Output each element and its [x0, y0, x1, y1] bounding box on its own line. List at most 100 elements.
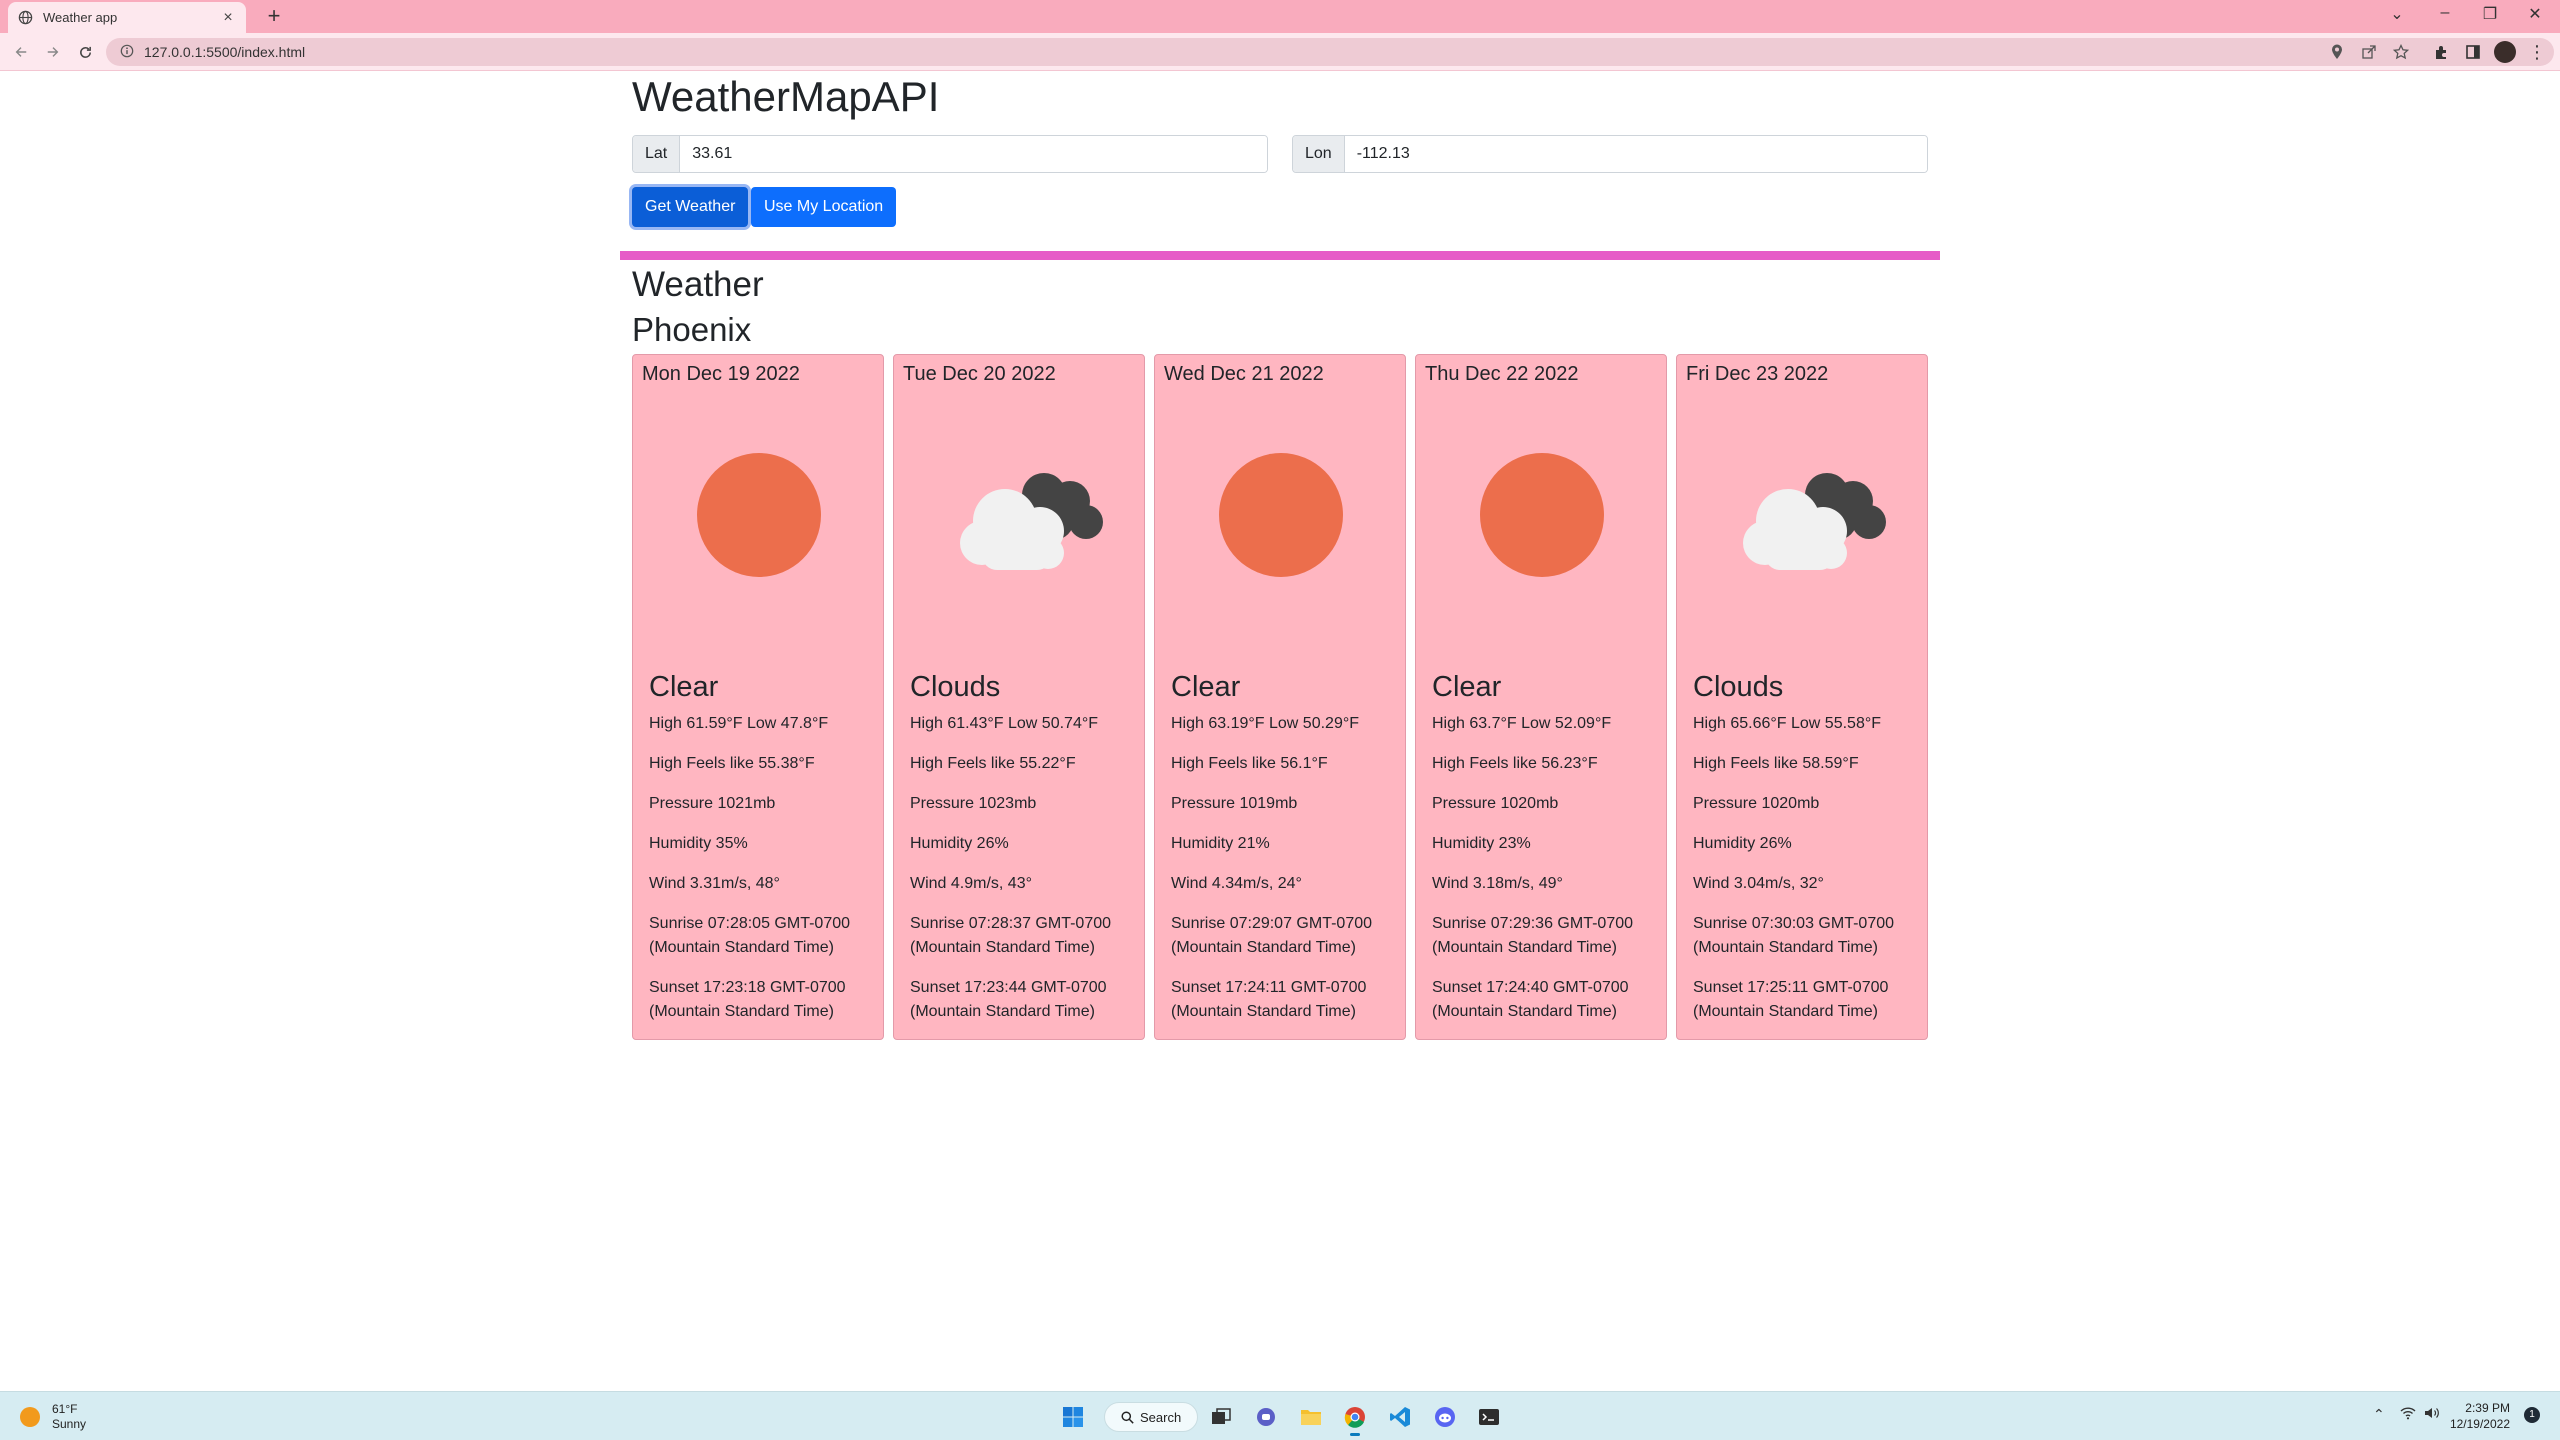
sunset: Sunset 17:24:11 GMT-0700 (Mountain Stand…	[1171, 979, 1367, 1020]
forecast-stats: High 61.43°F Low 50.74°F High Feels like…	[910, 712, 1140, 1040]
search-icon	[1121, 1410, 1134, 1424]
windows-taskbar: 61°F Sunny Search ⌃ 2:39 PM 12/19/2022 1	[0, 1391, 2560, 1440]
forecast-date: Wed Dec 21 2022	[1164, 363, 1324, 385]
pressure: Pressure 1021mb	[649, 795, 776, 812]
reload-icon[interactable]	[74, 41, 96, 63]
forecast-card: Mon Dec 19 2022 Clear High 61.59°F Low 4…	[632, 354, 884, 1040]
close-window-icon[interactable]: ✕	[2524, 4, 2546, 24]
forecast-stats: High 65.66°F Low 55.58°F High Feels like…	[1693, 712, 1923, 1040]
sunset: Sunset 17:24:40 GMT-0700 (Mountain Stand…	[1432, 979, 1629, 1020]
lon-input[interactable]	[1344, 136, 1927, 172]
taskbar-weather-widget[interactable]: 61°F Sunny	[20, 1402, 86, 1432]
high-low-temp: High 63.19°F Low 50.29°F	[1171, 715, 1360, 732]
forecast-stats: High 63.19°F Low 50.29°F High Feels like…	[1171, 712, 1401, 1040]
sunset: Sunset 17:23:44 GMT-0700 (Mountain Stand…	[910, 979, 1107, 1020]
page-title: WeatherMapAPI	[632, 73, 940, 120]
forecast-card: Thu Dec 22 2022 Clear High 63.7°F Low 52…	[1415, 354, 1667, 1040]
pressure: Pressure 1019mb	[1171, 795, 1298, 812]
feels-like: High Feels like 56.1°F	[1171, 755, 1328, 772]
discord-icon[interactable]	[1432, 1404, 1458, 1430]
clouds-icon	[920, 415, 1120, 615]
sunset: Sunset 17:25:11 GMT-0700 (Mountain Stand…	[1693, 979, 1889, 1020]
task-view-icon[interactable]	[1208, 1404, 1234, 1430]
sunrise: Sunrise 07:30:03 GMT-0700 (Mountain Stan…	[1693, 915, 1895, 956]
forecast-description: Clouds	[910, 671, 1001, 703]
city-name: Phoenix	[632, 311, 752, 348]
sunset: Sunset 17:23:18 GMT-0700 (Mountain Stand…	[649, 979, 846, 1020]
search-label: Search	[1140, 1409, 1182, 1425]
use-my-location-button[interactable]: Use My Location	[751, 187, 897, 227]
forecast-card: Tue Dec 20 2022 Clouds High 61.43°F Low …	[893, 354, 1145, 1040]
get-weather-button[interactable]: Get Weather	[632, 187, 749, 227]
teams-chat-icon[interactable]	[1253, 1404, 1279, 1430]
browser-tab-strip: Weather app × + ⌄ – ❐ ✕	[0, 0, 2560, 33]
sun-icon	[1181, 415, 1381, 615]
section-title: Weather	[632, 265, 764, 304]
forecast-description: Clear	[1171, 671, 1241, 703]
site-info-icon[interactable]	[120, 44, 136, 60]
lon-label: Lon	[1293, 136, 1345, 172]
lat-input[interactable]	[680, 136, 1267, 172]
clock-time: 2:39 PM	[2465, 1401, 2510, 1415]
lat-label: Lat	[633, 136, 681, 172]
page-content: WeatherMapAPI Lat Lon Get Weather Use My…	[0, 71, 2560, 1391]
humidity: Humidity 35%	[649, 835, 748, 852]
close-tab-icon[interactable]: ×	[220, 9, 236, 27]
taskbar-search[interactable]: Search	[1104, 1402, 1198, 1432]
back-icon[interactable]	[10, 41, 32, 63]
forward-icon[interactable]	[42, 41, 64, 63]
show-hidden-icons-icon[interactable]: ⌃	[2373, 1406, 2385, 1423]
minimize-icon[interactable]: –	[2434, 4, 2456, 22]
high-low-temp: High 61.59°F Low 47.8°F	[649, 715, 829, 732]
vscode-icon[interactable]	[1387, 1404, 1413, 1430]
profile-avatar[interactable]	[2494, 41, 2516, 63]
url-text: 127.0.0.1:5500/index.html	[144, 44, 306, 60]
sunrise: Sunrise 07:28:37 GMT-0700 (Mountain Stan…	[910, 915, 1112, 956]
high-low-temp: High 63.7°F Low 52.09°F	[1432, 715, 1612, 732]
clock-date: 12/19/2022	[2449, 1417, 2510, 1431]
lon-input-group: Lon	[1292, 135, 1928, 173]
side-panel-icon[interactable]	[2462, 41, 2484, 63]
feels-like: High Feels like 55.22°F	[910, 755, 1076, 772]
taskbar-clock[interactable]: 2:39 PM 12/19/2022	[2440, 1400, 2510, 1432]
taskbar-weather-desc: Sunny	[52, 1417, 87, 1431]
volume-icon[interactable]	[2424, 1406, 2440, 1423]
forecast-date: Mon Dec 19 2022	[642, 363, 800, 385]
wifi-icon[interactable]	[2400, 1406, 2416, 1423]
tab-search-icon[interactable]: ⌄	[2386, 4, 2408, 24]
sun-icon	[20, 1407, 40, 1427]
sunrise: Sunrise 07:29:07 GMT-0700 (Mountain Stan…	[1171, 915, 1373, 956]
sunrise: Sunrise 07:29:36 GMT-0700 (Mountain Stan…	[1432, 915, 1634, 956]
feels-like: High Feels like 55.38°F	[649, 755, 815, 772]
wind: Wind 3.18m/s, 49°	[1432, 875, 1563, 892]
restore-icon[interactable]: ❐	[2479, 4, 2501, 24]
notification-badge[interactable]: 1	[2524, 1407, 2540, 1423]
location-icon[interactable]	[2326, 41, 2348, 63]
feels-like: High Feels like 56.23°F	[1432, 755, 1598, 772]
bookmark-star-icon[interactable]	[2390, 41, 2412, 63]
feels-like: High Feels like 58.59°F	[1693, 755, 1859, 772]
chrome-icon[interactable]	[1342, 1404, 1368, 1436]
address-bar[interactable]: 127.0.0.1:5500/index.html	[106, 38, 2554, 66]
forecast-card: Wed Dec 21 2022 Clear High 63.19°F Low 5…	[1154, 354, 1406, 1040]
forecast-date: Thu Dec 22 2022	[1425, 363, 1579, 385]
browser-tab[interactable]: Weather app ×	[8, 2, 246, 33]
start-icon[interactable]	[1060, 1404, 1086, 1430]
forecast-cards: Mon Dec 19 2022 Clear High 61.59°F Low 4…	[632, 354, 1928, 1040]
globe-icon	[18, 10, 33, 25]
forecast-description: Clear	[1432, 671, 1502, 703]
file-explorer-icon[interactable]	[1298, 1404, 1324, 1430]
extensions-icon[interactable]	[2430, 41, 2452, 63]
forecast-stats: High 63.7°F Low 52.09°F High Feels like …	[1432, 712, 1662, 1040]
menu-icon[interactable]: ⋮	[2526, 41, 2548, 63]
new-tab-icon[interactable]: +	[262, 5, 286, 27]
lat-input-group: Lat	[632, 135, 1268, 173]
forecast-stats: High 61.59°F Low 47.8°F High Feels like …	[649, 712, 879, 1040]
humidity: Humidity 26%	[910, 835, 1009, 852]
forecast-description: Clear	[649, 671, 719, 703]
terminal-icon[interactable]	[1476, 1404, 1502, 1430]
taskbar-weather-temp: 61°F	[52, 1402, 78, 1416]
forecast-date: Fri Dec 23 2022	[1686, 363, 1829, 385]
clouds-icon	[1703, 415, 1903, 615]
share-icon[interactable]	[2358, 41, 2380, 63]
